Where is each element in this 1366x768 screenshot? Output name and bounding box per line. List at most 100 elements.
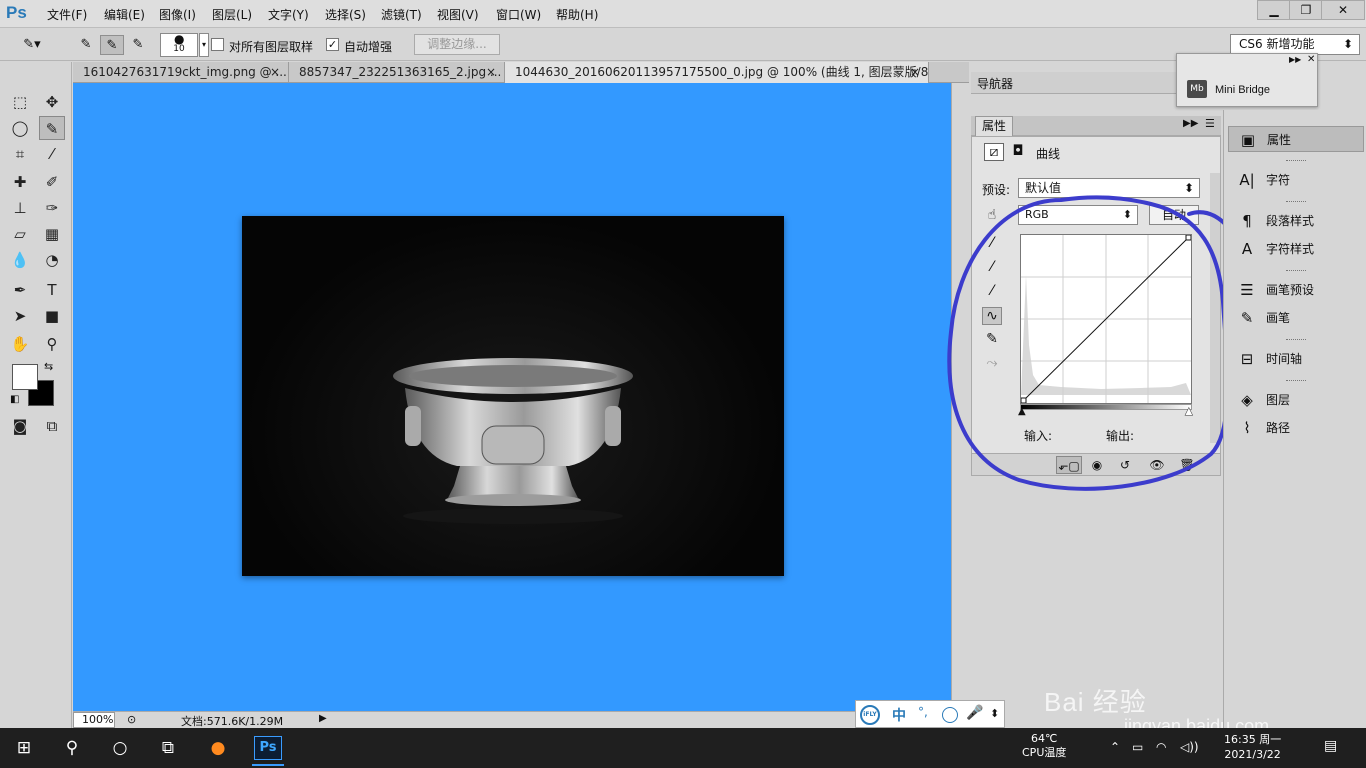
ime-skin-icon[interactable] <box>942 707 958 723</box>
reset-icon[interactable]: ↺ <box>1112 456 1138 474</box>
menu-select[interactable]: 选择(S) <box>325 6 366 23</box>
gray-point-eyedropper-icon[interactable]: ⁄ <box>982 259 1002 275</box>
minimize-button[interactable]: ▁ <box>1257 0 1291 20</box>
zoom-level-field[interactable]: 100% <box>73 712 115 728</box>
mini-bridge-panel[interactable]: ▶▶ ✕ Mb Mini Bridge <box>1176 53 1318 107</box>
smooth-curve-icon[interactable]: ⤳ <box>982 355 1002 371</box>
document-canvas[interactable] <box>73 83 951 711</box>
properties-scrollbar[interactable] <box>1210 173 1220 443</box>
canvas-vertical-scrollbar[interactable] <box>951 83 969 711</box>
foreground-color-swatch[interactable] <box>12 364 38 390</box>
cortana-icon[interactable]: ○ <box>106 736 134 760</box>
sample-all-layers-checkbox[interactable] <box>211 38 224 51</box>
refine-edge-button[interactable]: 调整边缘... <box>414 34 500 55</box>
channel-select[interactable]: RGB ⬍ <box>1018 205 1138 225</box>
panel-character-styles[interactable]: A 字符样式 <box>1228 236 1364 262</box>
tab-close-icon[interactable]: × <box>486 62 496 82</box>
panel-paragraph-styles[interactable]: ¶ 段落样式 <box>1228 208 1364 234</box>
type-tool-icon[interactable]: T <box>39 278 65 302</box>
menu-file[interactable]: 文件(F) <box>47 6 87 23</box>
ime-language[interactable]: 中 <box>892 705 906 725</box>
healing-brush-tool-icon[interactable]: ✚ <box>7 170 33 194</box>
rectangle-tool-icon[interactable]: ■ <box>39 304 65 328</box>
view-previous-state-icon[interactable]: ◉ <box>1084 456 1110 474</box>
search-icon[interactable]: ⚲ <box>58 736 86 760</box>
microphone-icon[interactable]: 🎤 <box>966 705 983 721</box>
auto-button[interactable]: 自动 <box>1149 205 1199 225</box>
new-selection-icon[interactable]: ✎ <box>74 35 98 55</box>
preset-select[interactable]: 默认值 ⬍ <box>1018 178 1200 198</box>
eyedropper-tool-icon[interactable]: ⁄ <box>39 142 65 166</box>
volume-icon[interactable]: ◁)) <box>1180 740 1199 754</box>
status-info-icon[interactable]: ⊙ <box>127 713 136 726</box>
menu-layer[interactable]: 图层(L) <box>212 6 252 23</box>
panel-timeline[interactable]: ⊟ 时间轴 <box>1228 346 1364 372</box>
task-view-icon[interactable]: ⧉ <box>154 736 182 760</box>
ime-toolbar[interactable]: iFLY 中 °, 🎤 ⬍ <box>855 700 1005 728</box>
swap-colors-icon[interactable]: ⇆ <box>44 360 53 373</box>
gradient-tool-icon[interactable]: ▦ <box>39 222 65 246</box>
tab-close-icon[interactable]: × <box>910 62 920 82</box>
zoom-tool-icon[interactable]: ⚲ <box>39 332 65 356</box>
network-tray-icon[interactable]: ▭ <box>1132 740 1143 754</box>
collapse-arrows-icon[interactable]: ▶▶ <box>1289 55 1301 64</box>
curve-edit-points-icon[interactable]: ∿ <box>982 307 1002 325</box>
restore-button[interactable]: ❐ <box>1289 0 1323 20</box>
path-selection-tool-icon[interactable]: ➤ <box>7 304 33 328</box>
firefox-icon[interactable]: ● <box>204 736 232 760</box>
screen-mode-icon[interactable]: ⧉ <box>39 414 65 438</box>
pencil-draw-icon[interactable]: ✎ <box>982 331 1002 347</box>
marquee-tool-icon[interactable]: ⬚ <box>7 90 33 114</box>
menu-type[interactable]: 文字(Y) <box>268 6 309 23</box>
history-brush-tool-icon[interactable]: ✑ <box>39 196 65 220</box>
ime-menu-icon[interactable]: ⬍ <box>990 707 999 720</box>
brush-tool-icon[interactable]: ✐ <box>39 170 65 194</box>
menu-window[interactable]: 窗口(W) <box>496 6 541 23</box>
tab-document-2[interactable]: 8857347_232251363165_2.jpg ... × <box>289 62 505 83</box>
panel-character[interactable]: A| 字符 <box>1228 167 1364 193</box>
panel-properties[interactable]: ▣ 属性 <box>1228 126 1364 152</box>
eraser-tool-icon[interactable]: ▱ <box>7 222 33 246</box>
black-point-eyedropper-icon[interactable]: ⁄ <box>982 235 1002 251</box>
blur-tool-icon[interactable]: 💧 <box>7 248 33 272</box>
move-tool-icon[interactable]: ✥ <box>39 90 65 114</box>
default-colors-icon[interactable]: ◧ <box>10 394 19 405</box>
clip-to-layer-icon[interactable]: ⬐▢ <box>1056 456 1082 474</box>
brush-size-dropdown-icon[interactable]: ▾ <box>199 33 209 57</box>
workspace-select[interactable]: CS6 新增功能 ⬍ <box>1230 34 1360 55</box>
panel-brush-presets[interactable]: ☰ 画笔预设 <box>1228 277 1364 303</box>
windows-start-icon[interactable]: ⊞ <box>10 736 38 760</box>
close-button[interactable]: ✕ <box>1321 0 1365 20</box>
white-point-eyedropper-icon[interactable]: ⁄ <box>982 283 1002 299</box>
curves-adjustment-icon[interactable]: ⧄ <box>984 143 1004 161</box>
close-icon[interactable]: ✕ <box>1307 54 1315 65</box>
panel-brush[interactable]: ✎ 画笔 <box>1228 305 1364 331</box>
quick-selection-preset-icon[interactable]: ✎▾ <box>20 35 44 55</box>
collapse-arrows-icon[interactable]: ▶▶ <box>1183 118 1198 129</box>
menu-image[interactable]: 图像(I) <box>159 6 196 23</box>
visibility-eye-icon[interactable]: 👁 <box>1144 456 1170 474</box>
mask-icon[interactable]: ◘ <box>1008 143 1028 159</box>
menu-filter[interactable]: 滤镜(T) <box>381 6 422 23</box>
subtract-from-selection-icon[interactable]: ✎ <box>126 35 150 55</box>
lasso-tool-icon[interactable]: ◯ <box>7 116 33 140</box>
menu-view[interactable]: 视图(V) <box>437 6 479 23</box>
add-to-selection-icon[interactable]: ✎ <box>100 35 124 55</box>
targeted-adjustment-icon[interactable]: ☝ <box>982 207 1002 223</box>
curves-graph[interactable] <box>1020 234 1192 404</box>
tab-document-1[interactable]: 1610427631719ckt_img.png @ ... × <box>73 62 289 83</box>
delete-trash-icon[interactable]: 🗑 <box>1174 456 1200 474</box>
photoshop-taskbar-icon[interactable]: Ps <box>254 736 282 760</box>
black-slider-icon[interactable]: ▲ <box>1018 406 1026 417</box>
menu-edit[interactable]: 编辑(E) <box>104 6 145 23</box>
tab-close-icon[interactable]: × <box>270 62 280 82</box>
brush-size-picker[interactable]: ● 10 <box>160 32 198 57</box>
quick-mask-icon[interactable]: ◙ <box>7 414 33 438</box>
wifi-icon[interactable]: ◠ <box>1156 740 1166 754</box>
ime-punctuation-icon[interactable]: °, <box>918 705 928 719</box>
hand-tool-icon[interactable]: ✋ <box>7 332 33 356</box>
white-slider-icon[interactable]: ▲ <box>1185 406 1193 418</box>
dodge-tool-icon[interactable]: ◔ <box>39 248 65 272</box>
tab-document-3[interactable]: 1044630_20160620113957175500_0.jpg @ 100… <box>505 62 929 83</box>
panel-menu-icon[interactable]: ☰ <box>1205 117 1215 130</box>
